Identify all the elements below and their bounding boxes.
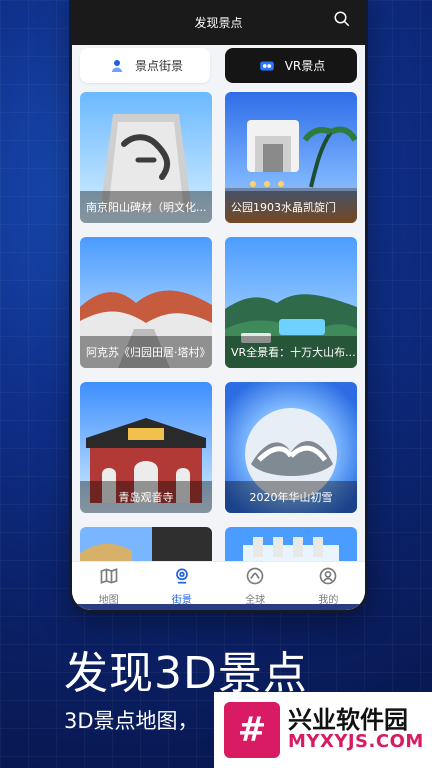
nav-map[interactable]: 地图 [72, 562, 145, 610]
scenic-card[interactable]: 2020年华山初雪 [225, 382, 357, 513]
nav-streetview[interactable]: 街景 [145, 562, 218, 610]
watermark-name: 兴业软件园 [288, 705, 408, 734]
user-icon [318, 566, 338, 589]
watermark: # 兴业软件园 MYXYJS.COM [214, 692, 432, 768]
tab-street-view[interactable]: 景点街景 [80, 48, 210, 83]
watermark-url: MYXYJS.COM [288, 731, 424, 753]
tab-bar: 景点街景 VR景点 [80, 48, 357, 83]
streetview-icon [172, 566, 192, 589]
promo-subtitle: 3D景点地图， [64, 709, 199, 733]
card-title: 青岛观音寺 [80, 481, 212, 513]
tab-street-view-label: 景点街景 [134, 59, 183, 73]
streetview-pin-icon [107, 56, 127, 76]
page-title: 发现景点 [194, 16, 243, 30]
nav-profile[interactable]: 我的 [292, 562, 365, 610]
card-title: 2020年华山初雪 [225, 481, 357, 513]
vr-icon [257, 56, 277, 76]
card-title: 阿克苏《归园田居·塔村》 [80, 336, 212, 368]
tab-vr-label: VR景点 [284, 59, 326, 73]
top-bar: 发现景点 [72, 0, 365, 45]
phone-bottom-accent [72, 604, 365, 610]
card-title: 公园1903水晶凯旋门 [225, 191, 357, 223]
scenic-card[interactable]: 公园1903水晶凯旋门 [225, 92, 357, 223]
tab-vr[interactable]: VR景点 [225, 48, 357, 83]
nav-global[interactable]: 全球 [219, 562, 292, 610]
scenic-card[interactable]: 南京阳山碑材（明文化... [80, 92, 212, 223]
watermark-logo-icon: # [224, 702, 280, 758]
search-icon[interactable] [333, 10, 351, 28]
phone-screen: 发现景点 景点街景 VR景点 南京阳山碑材（明文化... 公园1903水晶凯旋门… [69, 0, 368, 613]
map-icon [99, 566, 119, 589]
bottom-navigation: 地图 街景 全球 我的 [72, 561, 365, 610]
card-title: 南京阳山碑材（明文化... [80, 191, 212, 223]
scenic-card[interactable]: VR全景看：十万大山布... [225, 237, 357, 368]
scenic-card[interactable]: 阿克苏《归园田居·塔村》 [80, 237, 212, 368]
watermark-text: 兴业软件园 MYXYJS.COM [288, 705, 424, 753]
globe-icon [245, 566, 265, 589]
scenic-card[interactable]: 青岛观音寺 [80, 382, 212, 513]
card-title: VR全景看：十万大山布... [225, 336, 357, 368]
